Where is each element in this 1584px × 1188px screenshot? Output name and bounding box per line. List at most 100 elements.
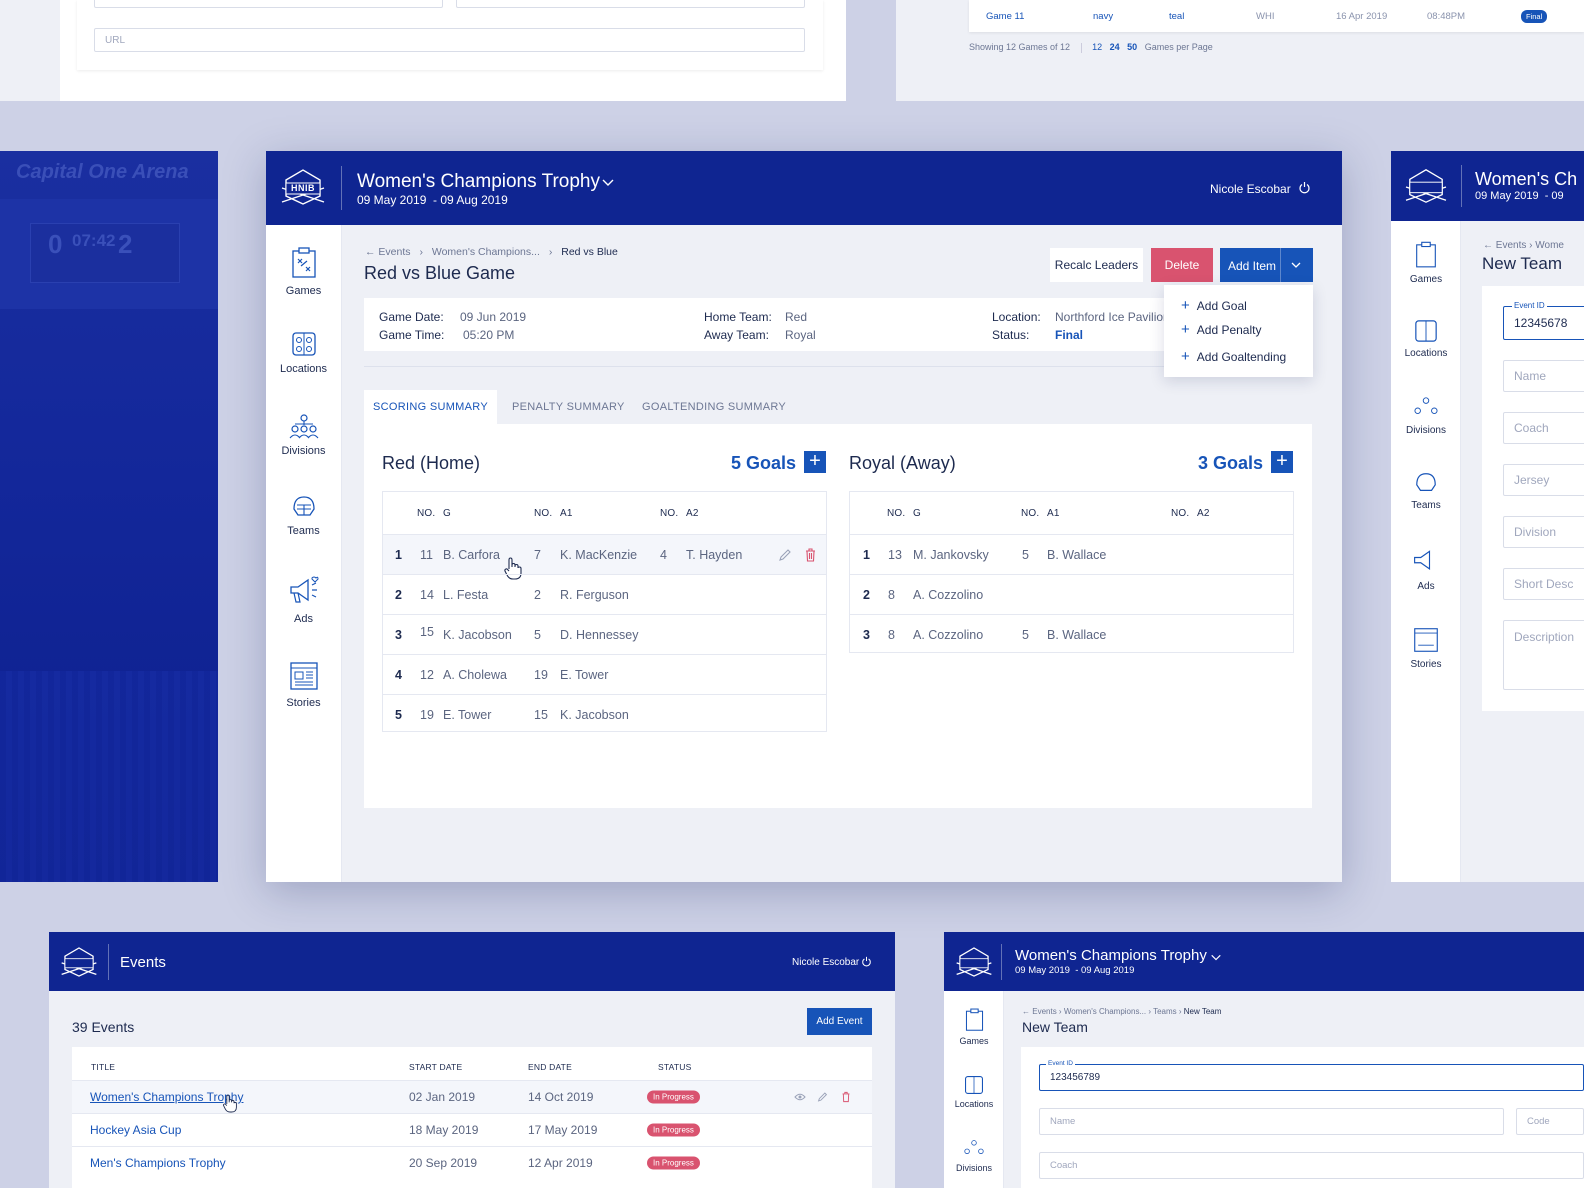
per-page-24[interactable]: 24 bbox=[1110, 42, 1120, 52]
sidebar-item-divisions[interactable]: Divisions bbox=[266, 413, 341, 457]
sidebar-item-ads[interactable]: Ads bbox=[266, 575, 341, 625]
event-title[interactable]: Women's Champions Trophy bbox=[357, 171, 600, 193]
page-title: New Team bbox=[1482, 254, 1562, 273]
add-event-button[interactable]: Add Event bbox=[807, 1008, 872, 1035]
breadcrumb-event[interactable]: Women's Champions... bbox=[432, 246, 540, 258]
table-row[interactable]: 5 19 E. Tower 15 K. Jacobson bbox=[383, 694, 826, 734]
per-page-50[interactable]: 50 bbox=[1127, 42, 1137, 52]
sidebar-item-games[interactable]: Games bbox=[1391, 241, 1461, 285]
breadcrumb: ← Events › Women's Champions... › Teams … bbox=[1022, 1007, 1222, 1016]
field-partial-1[interactable] bbox=[94, 0, 443, 8]
sidebar-item-locations[interactable]: Locations bbox=[266, 331, 341, 375]
pencil-icon[interactable] bbox=[778, 548, 792, 562]
per-page-12[interactable]: 12 bbox=[1092, 42, 1102, 52]
sidebar-item-locations[interactable]: Locations bbox=[944, 1075, 1004, 1109]
menu-item-add-goaltending[interactable]: + Add Goaltending bbox=[1181, 348, 1286, 365]
table-row[interactable]: Men's Champions Trophy 20 Sep 2019 12 Ap… bbox=[72, 1146, 872, 1179]
sidebar-item-teams[interactable]: Teams bbox=[1391, 471, 1461, 511]
pencil-icon[interactable] bbox=[817, 1092, 828, 1103]
hnib-logo[interactable] bbox=[955, 944, 993, 985]
sidebar-item-games[interactable]: Games bbox=[944, 1008, 1004, 1046]
event-title[interactable]: Women's Champions Trophy bbox=[1015, 947, 1207, 964]
chevron-down-icon[interactable] bbox=[1210, 951, 1222, 963]
table-row[interactable]: 1 13 M. Jankovsky 5 B. Wallace bbox=[850, 534, 1293, 574]
game-away: teal bbox=[1169, 11, 1185, 22]
hnib-logo[interactable] bbox=[1403, 166, 1449, 206]
table-row[interactable]: 2 14 L. Festa 2 R. Ferguson bbox=[383, 574, 826, 614]
coach-field[interactable]: Coach bbox=[1039, 1152, 1584, 1179]
power-icon[interactable] bbox=[1298, 181, 1311, 199]
sidebar-label: Games bbox=[1409, 274, 1443, 285]
trash-icon[interactable] bbox=[841, 1091, 851, 1103]
table-row[interactable]: 1 11 B. Carfora 7 K. MacKenzie 4 T. Hayd… bbox=[383, 534, 826, 580]
event-id-field[interactable]: Event ID 12345678 bbox=[1503, 301, 1584, 340]
breadcrumb-teams[interactable]: Teams bbox=[1153, 1007, 1177, 1016]
event-title[interactable]: Women's Ch bbox=[1475, 169, 1577, 190]
field-partial-2[interactable] bbox=[456, 0, 805, 8]
sidebar-label: Stories bbox=[1410, 659, 1442, 670]
sidebar-item-stories[interactable]: Stories bbox=[1391, 626, 1461, 670]
sidebar-item-locations[interactable]: Locations bbox=[1391, 319, 1461, 359]
user-name[interactable]: Nicole Escobar bbox=[792, 957, 859, 968]
breadcrumb-events[interactable]: Events bbox=[1032, 1007, 1056, 1016]
chevron-down-icon[interactable] bbox=[1290, 259, 1302, 271]
tab-penalty-summary[interactable]: PENALTY SUMMARY bbox=[512, 390, 625, 424]
table-row[interactable]: 2 8 A. Cozzolino bbox=[850, 574, 1293, 614]
hnib-logo[interactable]: HNIB bbox=[280, 166, 326, 208]
menu-label: Add Goal bbox=[1196, 299, 1247, 313]
back-arrow-icon[interactable]: ← bbox=[365, 246, 376, 258]
sidebar-item-teams[interactable]: Teams bbox=[266, 495, 341, 537]
breadcrumb-events[interactable]: Events bbox=[378, 246, 410, 258]
event-title-link[interactable]: Women's Champions Trophy bbox=[90, 1090, 243, 1104]
breadcrumb-events[interactable]: Events bbox=[1496, 240, 1527, 251]
chevron-down-icon[interactable] bbox=[601, 175, 615, 194]
sidebar-item-ads[interactable]: Ads bbox=[1391, 546, 1461, 592]
name-field[interactable]: Name bbox=[1503, 360, 1584, 392]
sidebar-label-stories: Stories bbox=[286, 697, 321, 709]
tab-goaltending-summary[interactable]: GOALTENDING SUMMARY bbox=[642, 390, 786, 424]
code-field[interactable]: Code bbox=[1516, 1108, 1584, 1135]
breadcrumb-event[interactable]: Women's Champions... bbox=[1064, 1007, 1146, 1016]
add-away-goal-button[interactable]: + bbox=[1271, 451, 1293, 473]
hnib-logo[interactable] bbox=[60, 944, 98, 985]
user-name[interactable]: Nicole Escobar bbox=[1210, 182, 1291, 196]
menu-item-add-goal[interactable]: + Add Goal bbox=[1181, 297, 1247, 314]
table-row[interactable]: 3 15 K. Jacobson 5 D. Hennessey bbox=[383, 614, 826, 654]
jersey-field[interactable]: Jersey bbox=[1503, 464, 1584, 496]
table-row[interactable]: Hockey Asia Cup 18 May 2019 17 May 2019 … bbox=[72, 1113, 872, 1146]
col-a1: A1 bbox=[560, 508, 573, 519]
short-desc-field[interactable]: Short Desc bbox=[1503, 568, 1584, 600]
add-item-button[interactable]: Add Item bbox=[1220, 248, 1313, 282]
placeholder: Short Desc bbox=[1514, 577, 1574, 591]
event-id-field[interactable]: Event ID 123456789 bbox=[1039, 1060, 1584, 1091]
eye-icon[interactable] bbox=[794, 1093, 806, 1102]
sidebar-item-divisions[interactable]: Divisions bbox=[1391, 396, 1461, 436]
power-icon[interactable] bbox=[861, 956, 872, 967]
game-row[interactable]: Game 11 navy teal WHI 16 Apr 2019 08:48P… bbox=[969, 4, 1584, 28]
recalc-leaders-button[interactable]: Recalc Leaders bbox=[1050, 248, 1143, 282]
add-home-goal-button[interactable]: + bbox=[804, 451, 826, 473]
breadcrumb-event[interactable]: Wome bbox=[1535, 240, 1564, 251]
sidebar-item-stories[interactable]: Stories bbox=[266, 661, 341, 709]
delete-button[interactable]: Delete bbox=[1151, 248, 1213, 282]
url-placeholder: URL bbox=[105, 34, 126, 46]
sidebar-item-divisions[interactable]: Divisions bbox=[944, 1139, 1004, 1173]
event-title-link[interactable]: Hockey Asia Cup bbox=[90, 1123, 181, 1137]
division-field[interactable]: Division bbox=[1503, 516, 1584, 548]
coach-field[interactable]: Coach bbox=[1503, 412, 1584, 444]
megaphone-icon bbox=[289, 576, 319, 603]
sidebar-item-games[interactable]: Games bbox=[266, 247, 341, 297]
url-field[interactable]: URL bbox=[94, 28, 805, 52]
tab-scoring-summary[interactable]: SCORING SUMMARY bbox=[364, 390, 497, 424]
table-row[interactable]: Women's Champions Trophy 02 Jan 2019 14 … bbox=[72, 1080, 872, 1113]
event-title-link[interactable]: Men's Champions Trophy bbox=[90, 1156, 226, 1170]
game-name[interactable]: Game 11 bbox=[986, 11, 1024, 22]
table-row[interactable]: 4 12 A. Cholewa 19 E. Tower bbox=[383, 654, 826, 694]
table-row[interactable]: 3 8 A. Cozzolino 5 B. Wallace bbox=[850, 614, 1293, 654]
trash-icon[interactable] bbox=[804, 547, 817, 562]
goal-no: 8 bbox=[888, 627, 895, 642]
name-field[interactable]: Name bbox=[1039, 1108, 1504, 1135]
description-field[interactable]: Description bbox=[1503, 620, 1584, 690]
game-date-value: 09 Jun 2019 bbox=[460, 310, 527, 324]
menu-item-add-penalty[interactable]: + Add Penalty bbox=[1181, 321, 1261, 338]
